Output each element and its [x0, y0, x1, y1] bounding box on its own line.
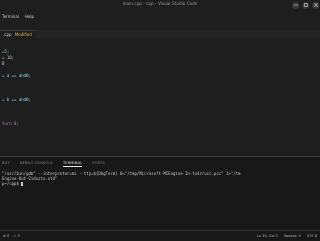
title-bar: main.cpp - cpp - Visual Studio Code	[0, 0, 320, 10]
code-line: = a == and0;	[2, 73, 31, 78]
maximize-icon	[303, 3, 308, 7]
close-icon	[313, 3, 318, 7]
tab-main-cpp[interactable]: .cpp Modified	[0, 30, 35, 39]
window-title: main.cpp - cpp - Visual Studio Code	[122, 1, 198, 6]
terminal-prompt: p~/cpp$	[2, 181, 24, 186]
tab-terminal[interactable]: TERMINAL	[62, 159, 83, 167]
code-editor[interactable]: =5; = 10; B = a == and0; = b == and0; tu…	[0, 40, 320, 150]
menu-bar: Terminal Help	[0, 12, 320, 21]
menu-item-help[interactable]: Help	[25, 12, 34, 21]
tab-output[interactable]: BUT	[2, 159, 10, 167]
minimize-button[interactable]	[292, 1, 299, 9]
tab-ports[interactable]: PORTS	[92, 159, 104, 167]
status-bar: ⊗ 0 ⚠ 0 Ln 19, Col 3 Spaces: 4 UTF-8	[0, 230, 320, 241]
panel-tab-bar: BUT DEBUG CONSOLE TERMINAL PORTS	[0, 159, 105, 167]
terminal-output[interactable]: "/usr/bin/gdb" --interpreter=mi --tty=${…	[0, 171, 320, 221]
tab-modified-label: Modified	[14, 32, 32, 37]
editor-tab-bar: .cpp Modified	[0, 30, 320, 39]
maximize-button[interactable]	[302, 1, 309, 9]
tab-debug-console[interactable]: DEBUG CONSOLE	[20, 159, 53, 167]
terminal-cursor	[21, 182, 24, 186]
bottom-panel: BUT DEBUG CONSOLE TERMINAL PORTS "/usr/b…	[0, 156, 320, 229]
close-button[interactable]	[312, 1, 319, 9]
menu-item-terminal[interactable]: Terminal	[2, 12, 19, 21]
code-line: = b == and0;	[2, 97, 31, 102]
code-line: B	[2, 61, 5, 66]
minimize-icon	[293, 4, 298, 6]
tab-label: .cpp	[3, 32, 12, 37]
code-line: turn 0;	[2, 121, 19, 126]
